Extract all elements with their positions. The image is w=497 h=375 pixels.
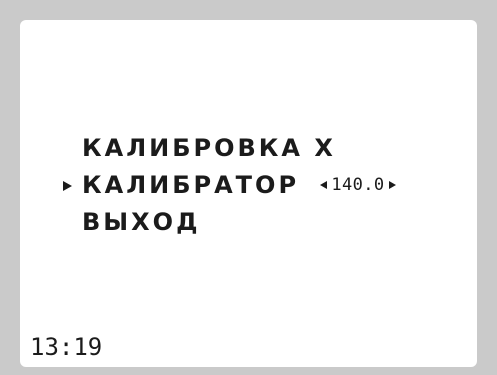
menu-title: КАЛИБРОВКА X xyxy=(82,130,396,167)
calibrator-value: 140.0 xyxy=(331,174,385,195)
calibrator-value-control[interactable]: 140.0 xyxy=(320,167,396,204)
menu-item-exit-label: ВЫХОД xyxy=(82,208,201,236)
menu-item-exit[interactable]: ВЫХОД xyxy=(82,204,396,241)
menu-item-calibrator-label: КАЛИБРАТОР xyxy=(82,171,300,199)
selection-cursor-icon xyxy=(63,167,77,204)
menu: КАЛИБРОВКА X КАЛИБРАТОР 140.0 ВЫХОД xyxy=(82,130,396,241)
decrease-arrow-icon[interactable] xyxy=(320,181,328,189)
menu-title-label: КАЛИБРОВКА X xyxy=(82,134,336,162)
increase-arrow-icon[interactable] xyxy=(388,181,396,189)
display-screen: КАЛИБРОВКА X КАЛИБРАТОР 140.0 ВЫХОД 13:1… xyxy=(20,20,477,367)
clock: 13:19 xyxy=(30,333,103,361)
menu-item-calibrator[interactable]: КАЛИБРАТОР 140.0 xyxy=(82,167,396,204)
